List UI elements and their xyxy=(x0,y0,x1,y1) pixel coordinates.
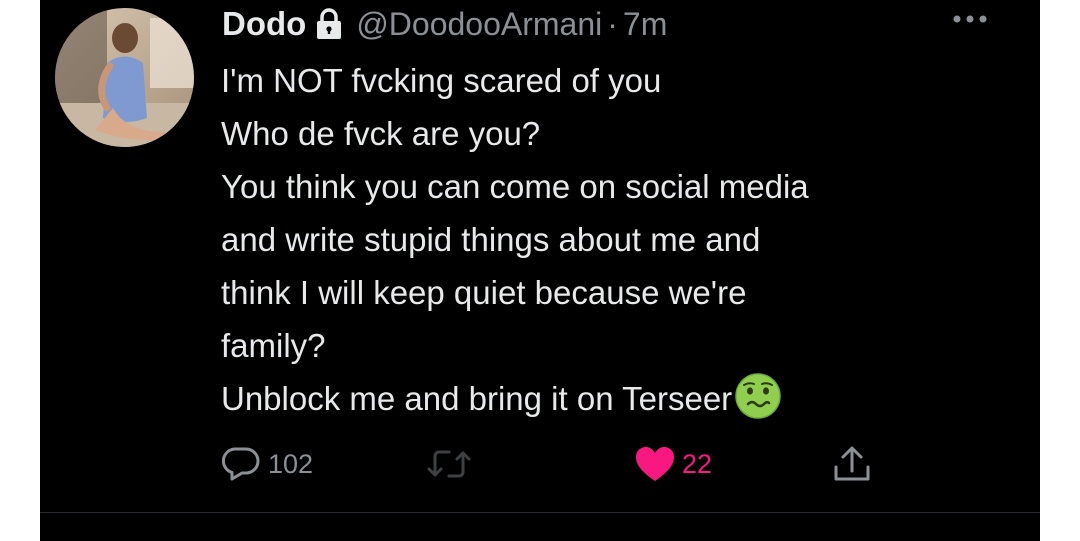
like-count: 22 xyxy=(682,448,713,479)
nauseated-face-emoji xyxy=(734,372,782,420)
tweet-text: I'm NOT fvcking scared of you Who de fvc… xyxy=(221,54,1011,425)
tweet-actions: 102 22 xyxy=(40,444,1040,484)
avatar-image xyxy=(55,8,194,147)
display-name[interactable]: Dodo xyxy=(222,5,306,43)
timestamp[interactable]: 7m xyxy=(623,6,667,43)
divider xyxy=(40,512,1040,513)
header-separator: · xyxy=(607,5,618,42)
more-options-icon[interactable] xyxy=(950,12,990,26)
tweet-text-line: and write stupid things about me and xyxy=(221,221,761,258)
tweet-text-line: family? xyxy=(221,327,326,364)
tweet-header: Dodo @DoodooArmani · 7m xyxy=(222,3,667,45)
like-button[interactable]: 22 xyxy=(634,444,712,484)
tweet-card[interactable]: Dodo @DoodooArmani · 7m I'm NOT fvcking … xyxy=(40,0,1040,541)
tweet-text-line: I'm NOT fvcking scared of you xyxy=(221,62,662,99)
avatar[interactable] xyxy=(55,8,194,147)
tweet-text-line: Who de fvck are you? xyxy=(221,115,541,152)
tweet-text-line: think I will keep quiet because we're xyxy=(221,274,747,311)
user-handle[interactable]: @DoodooArmani xyxy=(356,6,602,43)
reply-count: 102 xyxy=(268,448,314,479)
retweet-icon xyxy=(425,444,473,484)
lock-icon xyxy=(314,8,344,40)
retweet-button[interactable] xyxy=(425,444,479,484)
reply-icon xyxy=(222,444,262,484)
tweet-text-line: You think you can come on social media xyxy=(221,168,809,205)
reply-button[interactable]: 102 xyxy=(222,444,313,484)
tweet-text-line: Unblock me and bring it on Terseer xyxy=(221,380,733,417)
share-button[interactable] xyxy=(830,444,874,484)
heart-icon xyxy=(634,444,676,484)
share-icon xyxy=(830,444,874,484)
